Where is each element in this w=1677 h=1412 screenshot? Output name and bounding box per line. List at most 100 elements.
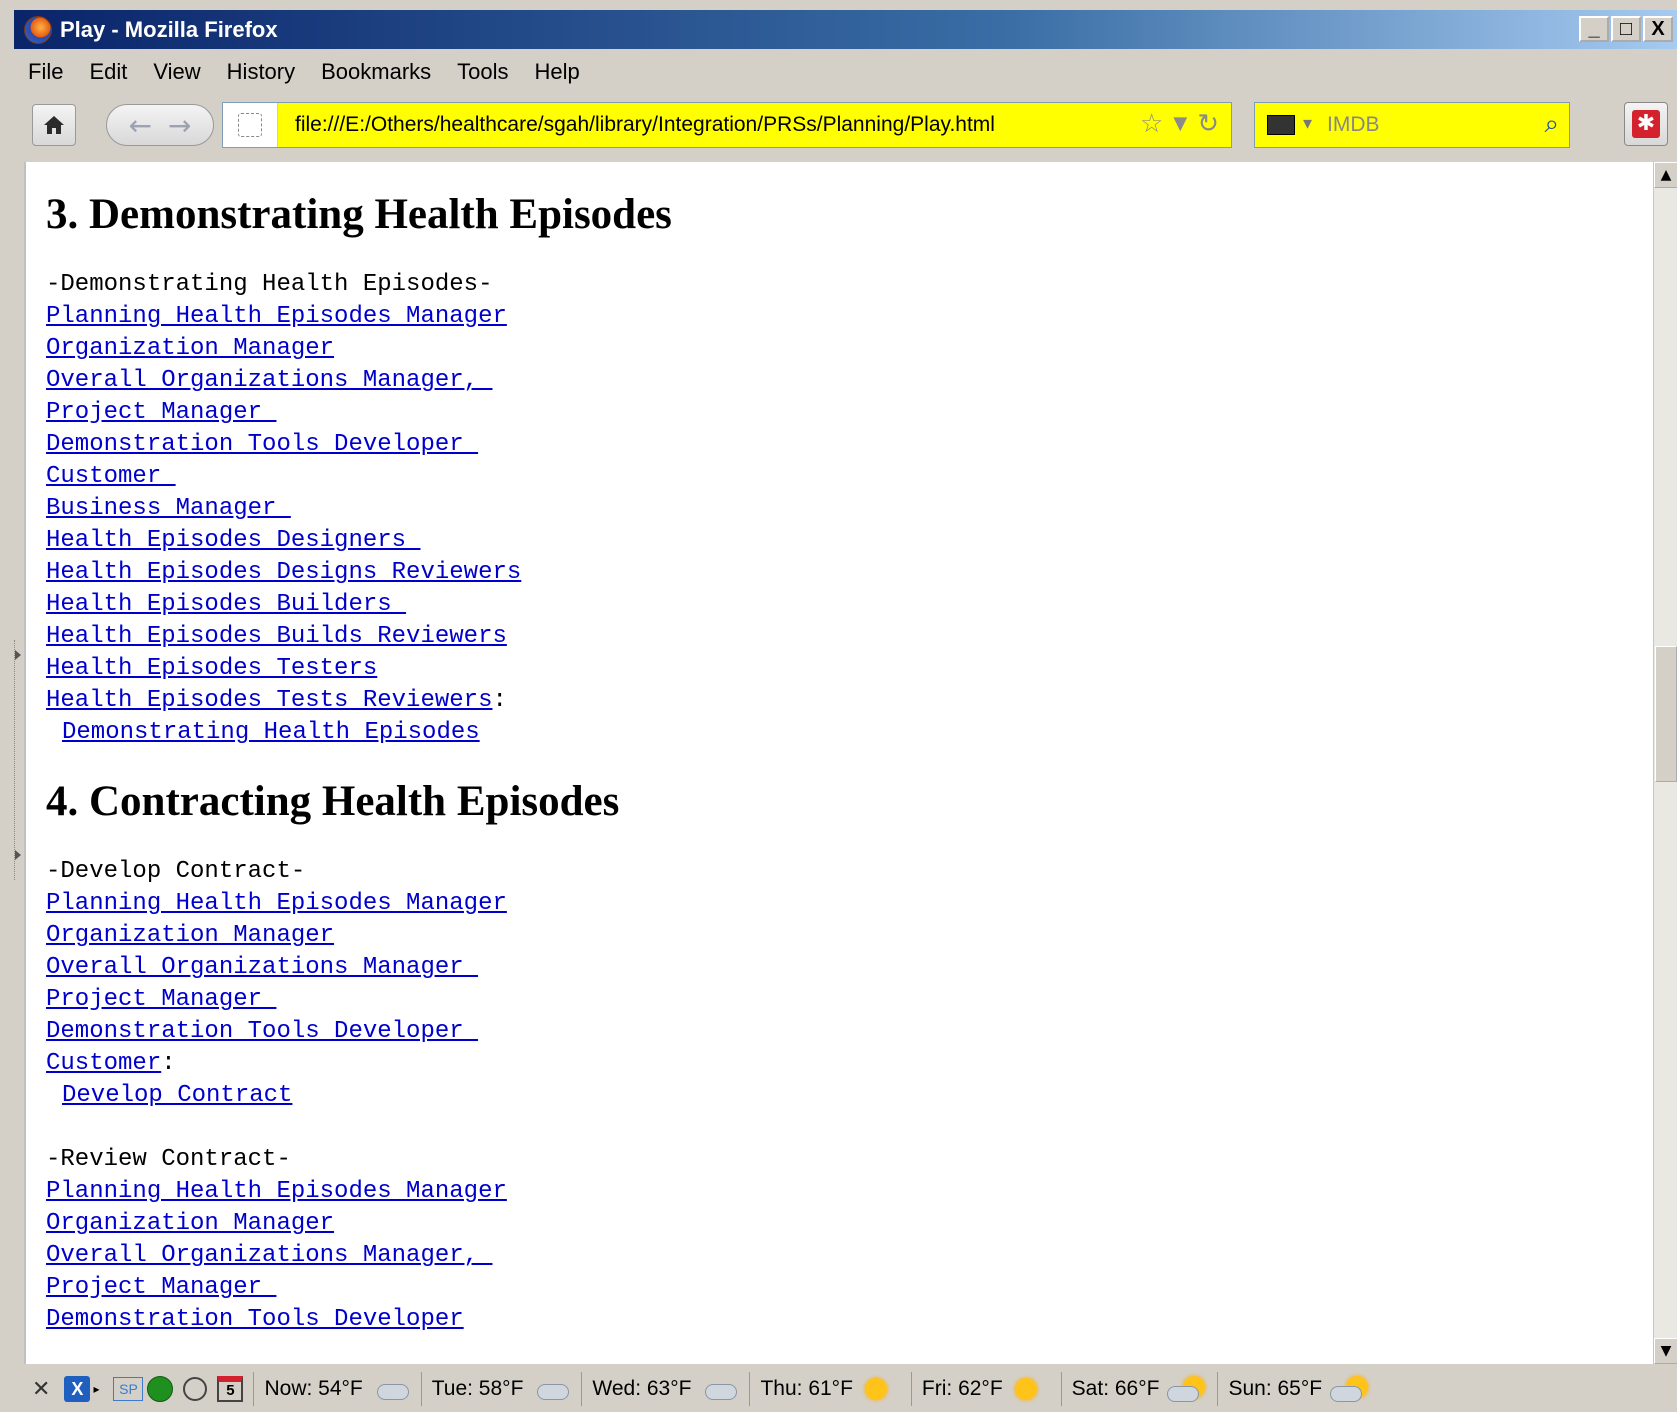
- engine-dropdown-icon[interactable]: ▾: [1303, 113, 1312, 134]
- role-link[interactable]: Overall Organizations Manager,: [46, 365, 492, 397]
- role-link[interactable]: Project Manager: [46, 397, 276, 429]
- weather-label: Thu: 61°F: [760, 1377, 853, 1400]
- role-link[interactable]: Health Episodes Designers: [46, 525, 420, 557]
- role-link[interactable]: Project Manager: [46, 984, 276, 1016]
- vertical-scrollbar[interactable]: ▲ ▼: [1653, 162, 1677, 1364]
- sidebar-splitter[interactable]: [14, 640, 23, 880]
- role-link[interactable]: Planning Health Episodes Manager: [46, 888, 507, 920]
- weather-label: Tue: 58°F: [431, 1377, 524, 1400]
- firefox-icon: [24, 15, 52, 44]
- role-link[interactable]: Overall Organizations Manager: [46, 952, 478, 984]
- section-heading: 3. Demonstrating Health Episodes: [46, 191, 672, 238]
- role-link[interactable]: Project Manager: [46, 1272, 276, 1304]
- back-forward-group: ← →: [106, 104, 214, 146]
- role-group: -Demonstrating Health Episodes- Planning…: [46, 269, 1606, 749]
- back-arrow-icon[interactable]: ←: [129, 109, 152, 142]
- close-button[interactable]: X: [1643, 16, 1673, 42]
- scroll-up-button[interactable]: ▲: [1654, 162, 1677, 188]
- menu-bar: File Edit View History Bookmarks Tools H…: [14, 52, 1677, 92]
- group-title: -Demonstrating Health Episodes-: [46, 271, 493, 298]
- sp-icon: SP: [113, 1377, 144, 1401]
- separator: :: [161, 1050, 176, 1077]
- menu-help[interactable]: Help: [535, 59, 580, 85]
- role-link[interactable]: Demonstration Tools Developer: [46, 429, 478, 461]
- task-link[interactable]: Demonstrating Health Episodes: [62, 719, 480, 746]
- home-button[interactable]: [32, 104, 76, 146]
- role-link[interactable]: Health Episodes Builds Reviewers: [46, 621, 507, 653]
- navigation-toolbar: ← → file:///E:/Others/healthcare/sgah/li…: [14, 96, 1677, 160]
- home-icon: [44, 116, 64, 134]
- close-bar-icon[interactable]: ✕: [32, 1376, 50, 1402]
- role-link[interactable]: Health Episodes Tests Reviewers: [46, 685, 492, 717]
- forward-arrow-icon[interactable]: →: [168, 109, 191, 142]
- role-link[interactable]: Demonstration Tools Developer: [46, 1304, 464, 1336]
- url-text[interactable]: file:///E:/Others/healthcare/sgah/librar…: [295, 113, 995, 137]
- search-bar[interactable]: ▾ IMDB ⌕: [1254, 102, 1570, 148]
- cloud-icon: [371, 1378, 411, 1400]
- blue-x-addon-button[interactable]: X ▸: [64, 1376, 99, 1402]
- role-link[interactable]: Organization Manager: [46, 920, 334, 952]
- weather-thu[interactable]: Thu: 61°F: [749, 1372, 900, 1406]
- menu-bookmarks[interactable]: Bookmarks: [321, 59, 431, 85]
- menu-edit[interactable]: Edit: [89, 59, 127, 85]
- weather-sat[interactable]: Sat: 66°F: [1060, 1372, 1208, 1406]
- menu-view[interactable]: View: [153, 59, 200, 85]
- menu-file[interactable]: File: [28, 59, 63, 85]
- weather-label: Sun: 65°F: [1228, 1377, 1323, 1400]
- weather-sun[interactable]: Sun: 65°F: [1217, 1372, 1370, 1406]
- weather-now[interactable]: Now: 54°F: [253, 1372, 410, 1406]
- weather-wed[interactable]: Wed: 63°F: [581, 1372, 739, 1406]
- role-link[interactable]: Organization Manager: [46, 1208, 334, 1240]
- history-dropdown-icon[interactable]: ▼: [1173, 109, 1187, 139]
- imdb-engine-icon[interactable]: [1267, 115, 1295, 135]
- site-identity-button[interactable]: [223, 103, 278, 147]
- group-title: -Review Contract-: [46, 1146, 291, 1173]
- role-link[interactable]: Customer: [46, 1048, 161, 1080]
- weather-fri[interactable]: Fri: 62°F: [910, 1372, 1051, 1406]
- addon-icon: ✱: [1632, 110, 1660, 138]
- sun-icon: [861, 1378, 901, 1400]
- partly-cloudy-icon: [1330, 1376, 1370, 1402]
- role-group: -Review Contract- Planning Health Episod…: [46, 1144, 1606, 1336]
- url-bar[interactable]: file:///E:/Others/healthcare/sgah/librar…: [222, 102, 1232, 148]
- scroll-down-button[interactable]: ▼: [1654, 1338, 1677, 1364]
- role-link[interactable]: Planning Health Episodes Manager: [46, 1176, 507, 1208]
- clock-icon[interactable]: [183, 1377, 208, 1401]
- title-bar: Play - Mozilla Firefox _ □ X: [14, 10, 1677, 49]
- role-group: -Develop Contract- Planning Health Episo…: [46, 856, 1606, 1144]
- weather-tue[interactable]: Tue: 58°F: [420, 1372, 572, 1406]
- expand-arrow-icon[interactable]: [15, 650, 21, 660]
- role-link[interactable]: Health Episodes Designs Reviewers: [46, 557, 521, 589]
- task-link[interactable]: Develop Contract: [62, 1082, 292, 1109]
- expand-arrow-icon[interactable]: [15, 850, 21, 860]
- weather-label: Fri: 62°F: [921, 1377, 1003, 1400]
- role-link[interactable]: Organization Manager: [46, 333, 334, 365]
- scroll-thumb[interactable]: [1655, 646, 1677, 782]
- role-link[interactable]: Customer: [46, 461, 176, 493]
- browser-window: Play - Mozilla Firefox _ □ X File Edit V…: [0, 0, 1677, 1412]
- bookmark-star-icon[interactable]: ☆: [1140, 109, 1163, 139]
- search-icon[interactable]: ⌕: [1544, 109, 1559, 140]
- dropdown-arrow-icon: ▸: [93, 1382, 100, 1396]
- role-link[interactable]: Planning Health Episodes Manager: [46, 301, 507, 333]
- search-placeholder: IMDB: [1327, 113, 1380, 136]
- calendar-icon[interactable]: 5: [217, 1376, 244, 1402]
- maximize-button[interactable]: □: [1611, 16, 1641, 42]
- minimize-button[interactable]: _: [1579, 16, 1609, 42]
- role-link[interactable]: Business Manager: [46, 493, 291, 525]
- role-link[interactable]: Health Episodes Builders: [46, 589, 406, 621]
- sp-button[interactable]: SP: [113, 1377, 144, 1401]
- role-link[interactable]: Demonstration Tools Developer: [46, 1016, 478, 1048]
- role-link[interactable]: Health Episodes Testers: [46, 653, 377, 685]
- page-content: 3. Demonstrating Health Episodes -Demons…: [24, 162, 1653, 1364]
- weather-label: Now: 54°F: [264, 1377, 363, 1400]
- group-title: -Develop Contract-: [46, 858, 306, 885]
- reload-icon[interactable]: ↻: [1197, 109, 1219, 139]
- weather-label: Sat: 66°F: [1071, 1377, 1160, 1400]
- menu-tools[interactable]: Tools: [457, 59, 508, 85]
- addon-button[interactable]: ✱: [1624, 102, 1668, 146]
- status-green-icon[interactable]: [147, 1376, 174, 1402]
- role-link[interactable]: Overall Organizations Manager,: [46, 1240, 492, 1272]
- menu-history[interactable]: History: [227, 59, 295, 85]
- rain-cloud-icon: [699, 1378, 739, 1400]
